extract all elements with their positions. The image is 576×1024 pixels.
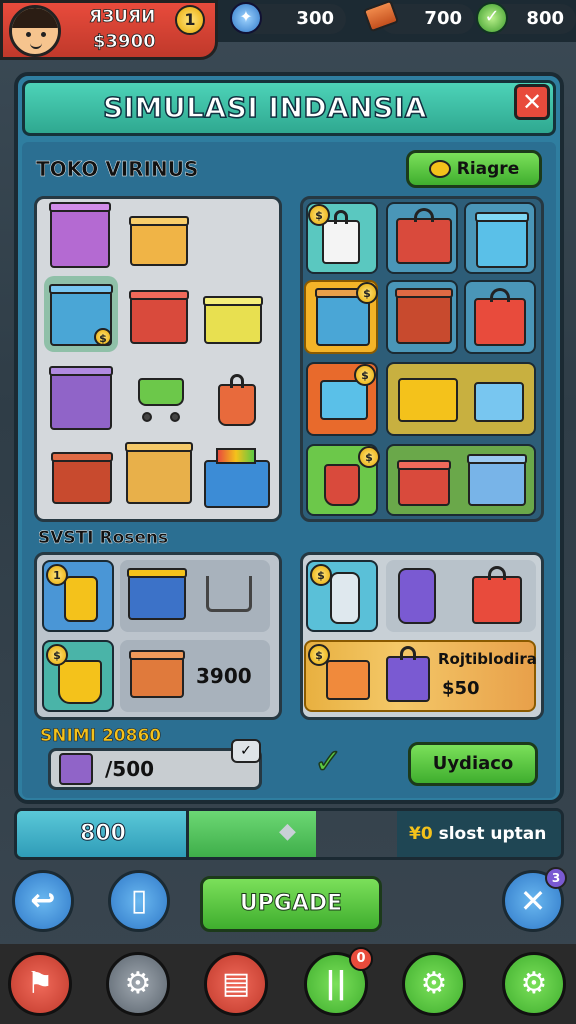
crate-item[interactable]: $ — [49, 284, 113, 346]
inventory-icon: ▯ — [130, 883, 148, 918]
dialog-title: SIMULASI INDANSIA — [102, 90, 427, 125]
bottom-dock — [0, 944, 576, 1024]
energy-value: 800 — [526, 8, 564, 29]
crate-item[interactable] — [129, 216, 189, 266]
slot-number-badge: 1 — [46, 564, 68, 586]
gems-value: 300 — [296, 8, 334, 29]
item-slot[interactable]: $ — [306, 560, 378, 632]
edit-icon[interactable]: ✓ — [231, 739, 261, 763]
check-energy-icon: ✓ — [476, 2, 508, 34]
shop-cart-icon[interactable]: ▤ — [204, 952, 268, 1016]
filter-button-label: Riagre — [456, 159, 520, 179]
stats-icon[interactable]: || 0 — [304, 947, 373, 1016]
balance-value: /500 — [105, 757, 155, 781]
bricks-value: 700 — [424, 8, 462, 29]
cancel-button[interactable]: ✕ 3 — [502, 867, 567, 932]
shopping-cart-icon — [206, 576, 252, 612]
player-plate[interactable]: ЯЗUЯИ $3900 1 — [0, 0, 218, 60]
coin-badge-icon: $ — [356, 282, 378, 304]
item-slot-wide[interactable] — [120, 560, 270, 632]
shopping-basket-icon[interactable] — [218, 374, 256, 426]
player-name: ЯЗUЯИ — [89, 7, 156, 28]
player-gold: $3900 — [93, 31, 156, 53]
player-avatar[interactable] — [9, 5, 61, 57]
progress-right-label: ¥0 slost uptan — [409, 811, 546, 857]
treasure-chest-item[interactable] — [51, 452, 113, 504]
cancel-count-badge: 3 — [545, 867, 567, 889]
gear-icon[interactable]: ⚙ — [402, 952, 466, 1016]
search-tag-icon — [428, 160, 451, 178]
shop-slot[interactable]: $ — [306, 362, 378, 436]
cancel-icon: ✕ — [519, 882, 547, 920]
crate-item[interactable] — [203, 296, 263, 344]
coin-badge-icon: $ — [46, 644, 68, 666]
upgrade-button[interactable]: UPGADE — [200, 876, 382, 932]
gem-icon: ✦ — [230, 2, 262, 34]
crate-item[interactable] — [129, 290, 189, 344]
bundle-offer[interactable]: $ Rojtiblodira $50 — [304, 640, 537, 712]
shop-slot-selected[interactable]: $ — [304, 280, 378, 354]
progress-marker-icon: ◆ — [279, 819, 296, 844]
back-button[interactable]: ↩ — [12, 870, 74, 932]
update-button[interactable]: Uydiaco — [408, 742, 538, 786]
shop-slot[interactable] — [464, 202, 536, 274]
progress-right-text: slost uptan — [438, 824, 547, 844]
item-slot[interactable]: 1 — [42, 560, 114, 632]
shop-slot[interactable]: $ — [306, 444, 380, 516]
shop-slot[interactable] — [386, 280, 458, 354]
settings-icon[interactable]: ⚙ — [106, 952, 170, 1016]
confirm-check-icon[interactable]: ✓ — [313, 741, 343, 783]
level-badge: 1 — [175, 5, 205, 35]
shop-slot[interactable]: $ — [306, 202, 378, 274]
coin-badge-icon: $ — [308, 204, 330, 226]
item-slot[interactable]: $ — [42, 640, 114, 712]
inventory-button[interactable]: ▯ — [108, 870, 170, 932]
shopping-cart-icon[interactable] — [132, 372, 188, 426]
coin-badge-icon: $ — [310, 564, 332, 586]
dialog-title-bar: SIMULASI INDANSIA — [22, 80, 556, 136]
close-icon: ✕ — [521, 88, 543, 116]
back-arrow-icon: ↩ — [30, 883, 56, 918]
coin-badge-icon: $ — [358, 446, 380, 468]
shop-slot[interactable] — [464, 280, 536, 354]
flag-icon[interactable]: ⚑ — [8, 952, 72, 1016]
gift-box-item[interactable] — [204, 448, 270, 508]
bundle-name: Rojtiblodira — [438, 650, 537, 668]
bundle-price: $50 — [442, 678, 480, 699]
shop-slot[interactable] — [386, 202, 458, 274]
balance-field[interactable]: /500 ✓ — [48, 739, 262, 790]
close-button[interactable]: ✕ — [514, 84, 550, 120]
item-price: 3900 — [196, 664, 252, 688]
shop-slot-wide[interactable] — [386, 444, 536, 516]
gear-alt-icon[interactable]: ⚙ — [502, 952, 566, 1016]
shop-slot-wide[interactable] — [386, 362, 536, 436]
balance-label: SNIMI 20860 — [40, 726, 162, 747]
item-slot-wide[interactable] — [386, 560, 536, 632]
crate-item[interactable] — [125, 442, 193, 504]
progress-right-prefix: ¥0 — [409, 824, 433, 844]
coin-badge-icon: $ — [354, 364, 376, 386]
filter-button[interactable]: Riagre — [406, 150, 542, 188]
progress-bar: 800 ◆ ¥0 slost uptan — [14, 808, 564, 860]
crate-item[interactable] — [49, 366, 113, 430]
shop-section-title: TOKO VIRINUS — [36, 157, 199, 181]
progress-left-value: 800 — [80, 821, 127, 847]
item-slot-priced[interactable]: 3900 — [120, 640, 270, 712]
notification-badge: 0 — [349, 947, 373, 971]
crate-item[interactable] — [49, 202, 111, 268]
items-section-title: SVSTI Rosens — [38, 528, 169, 548]
